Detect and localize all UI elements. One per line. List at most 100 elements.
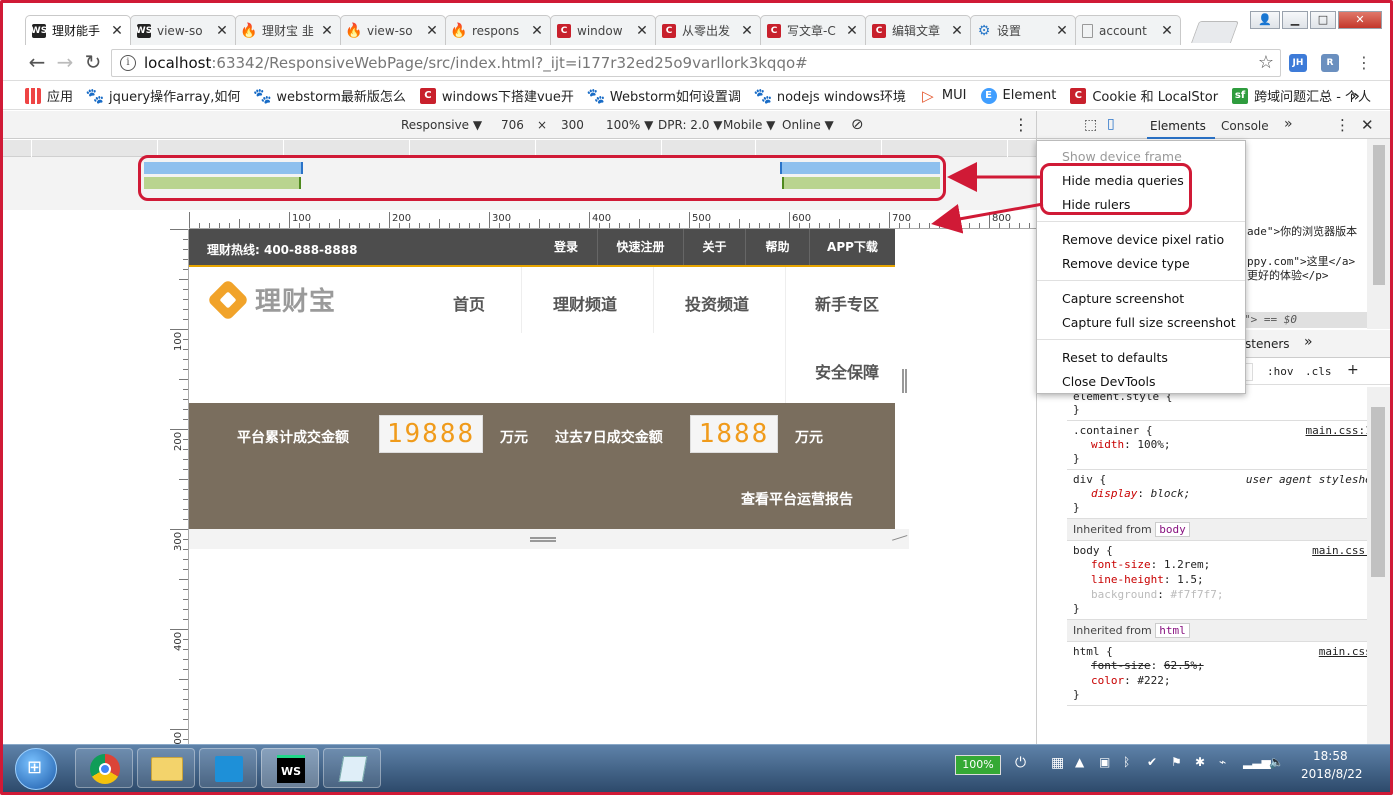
- styles-scrollbar[interactable]: [1367, 387, 1390, 744]
- page-info-icon[interactable]: i: [120, 55, 136, 71]
- style-rule[interactable]: .container {main.css:197 width: 100%;}: [1067, 421, 1390, 470]
- device-type-select[interactable]: Mobile ▼: [723, 118, 775, 132]
- bookmark-item[interactable]: E Element: [980, 87, 1056, 104]
- height-input[interactable]: 300: [561, 118, 584, 132]
- tab-close-icon[interactable]: ✕: [635, 23, 649, 39]
- tray-apps-icon[interactable]: ▦: [1051, 755, 1064, 771]
- viewport-width-resize-handle[interactable]: [902, 369, 907, 393]
- tray-icon[interactable]: ▣: [1099, 755, 1110, 769]
- dom-line[interactable]: 更好的体验</p>: [1247, 267, 1329, 283]
- menu-item[interactable]: Reset to defaults: [1062, 350, 1168, 365]
- browser-tab[interactable]: 🔥 理财宝 韭 ✕: [235, 15, 341, 45]
- taskbar-notepad[interactable]: [323, 748, 381, 788]
- style-property[interactable]: font-size: 1.2rem;: [1073, 557, 1385, 572]
- tab-close-icon[interactable]: ✕: [425, 23, 439, 39]
- devtools-close-icon[interactable]: ✕: [1361, 116, 1374, 134]
- device-toolbar-more-icon[interactable]: ⋮: [1013, 115, 1029, 134]
- new-tab-button[interactable]: [1190, 21, 1240, 43]
- menu-item[interactable]: Capture full size screenshot: [1062, 315, 1236, 330]
- menu-item[interactable]: Remove device type: [1062, 256, 1190, 271]
- tab-close-icon[interactable]: ✕: [1160, 23, 1174, 39]
- style-rule[interactable]: div {user agent stylesheet display: block…: [1067, 470, 1390, 519]
- close-window-button[interactable]: ✕: [1338, 11, 1382, 29]
- browser-tab[interactable]: C 从零出发 ✕: [655, 15, 761, 45]
- zoom-select[interactable]: 100% ▼: [606, 118, 653, 132]
- devtools-menu-icon[interactable]: ⋮: [1335, 116, 1350, 134]
- browser-tab[interactable]: 🔥 respons ✕: [445, 15, 551, 45]
- inherited-tag-link[interactable]: html: [1155, 623, 1190, 638]
- register-link[interactable]: 快速注册: [597, 229, 683, 265]
- back-button[interactable]: ←: [25, 51, 49, 75]
- bookmark-item[interactable]: C Cookie 和 LocalStor: [1070, 86, 1218, 105]
- usb-icon[interactable]: ⌁: [1219, 755, 1226, 769]
- browser-tab[interactable]: 🔥 view-so ✕: [340, 15, 446, 45]
- dom-scrollbar[interactable]: [1367, 139, 1390, 329]
- style-property[interactable]: line-height: 1.5;: [1073, 572, 1385, 587]
- nav-security[interactable]: 安全保障: [815, 359, 879, 383]
- clock-time[interactable]: 18:58: [1313, 749, 1348, 763]
- styles-more-icon[interactable]: »: [1304, 334, 1313, 350]
- tab-elements[interactable]: Elements: [1150, 119, 1206, 133]
- viewport-corner-resize-handle[interactable]: ╱: [892, 530, 907, 545]
- styles-scrollbar-thumb[interactable]: [1371, 407, 1385, 577]
- chrome-menu-icon[interactable]: ⋮: [1356, 53, 1372, 72]
- device-mode-select[interactable]: Responsive ▼: [401, 118, 482, 132]
- view-report-link[interactable]: 查看平台运营报告: [741, 489, 853, 509]
- profile-icon[interactable]: 👤: [1250, 11, 1280, 29]
- clock-date[interactable]: 2018/8/22: [1301, 767, 1363, 781]
- rule-source-link[interactable]: user agent stylesheet: [1246, 473, 1385, 486]
- bookmark-item[interactable]: ▷ MUI: [920, 87, 966, 105]
- bookmark-item[interactable]: 应用: [25, 86, 73, 105]
- more-tabs-icon[interactable]: »: [1284, 116, 1293, 132]
- style-property[interactable]: color: #222;: [1073, 673, 1385, 688]
- nav-newbie-zone[interactable]: 新手专区: [815, 291, 879, 315]
- tab-close-icon[interactable]: ✕: [740, 23, 754, 39]
- bookmark-item[interactable]: 🐾 nodejs windows环境: [754, 86, 906, 106]
- menu-item[interactable]: Capture screenshot: [1062, 291, 1184, 306]
- bluetooth-icon[interactable]: ᛒ: [1123, 755, 1130, 769]
- battery-indicator[interactable]: 100%: [955, 755, 1001, 775]
- security-icon[interactable]: ✔: [1147, 755, 1157, 769]
- taskbar-chrome[interactable]: [75, 748, 133, 788]
- inspect-element-icon[interactable]: ⬚: [1084, 117, 1097, 133]
- tray-icon[interactable]: ▲: [1075, 755, 1084, 769]
- width-input[interactable]: 706: [501, 118, 524, 132]
- bookmarks-overflow-icon[interactable]: »: [1350, 86, 1360, 105]
- nav-invest-channel[interactable]: 投资频道: [685, 291, 749, 315]
- site-logo[interactable]: 理财宝: [206, 278, 336, 321]
- tab-close-icon[interactable]: ✕: [215, 23, 229, 39]
- nav-finance-channel[interactable]: 理财频道: [553, 291, 617, 315]
- volume-icon[interactable]: 🔈: [1269, 755, 1284, 769]
- bookmark-item[interactable]: 🐾 Webstorm如何设置调: [587, 86, 741, 106]
- tab-close-icon[interactable]: ✕: [110, 23, 124, 39]
- dom-scrollbar-thumb[interactable]: [1373, 145, 1385, 285]
- forward-button[interactable]: →: [53, 51, 77, 75]
- reload-button[interactable]: ↻: [81, 51, 105, 75]
- browser-tab[interactable]: WS 理财能手 ✕: [25, 15, 131, 45]
- tab-close-icon[interactable]: ✕: [1055, 23, 1069, 39]
- minimize-button[interactable]: ▁: [1282, 11, 1308, 29]
- device-toggle-icon[interactable]: ▯: [1107, 116, 1115, 132]
- dom-line[interactable]: ade">你的浏览器版本: [1247, 223, 1357, 239]
- inherited-tag-link[interactable]: body: [1155, 522, 1190, 537]
- power-plug-icon[interactable]: ⏻: [1015, 755, 1026, 771]
- rotate-icon[interactable]: ⊘: [851, 115, 864, 133]
- hov-toggle[interactable]: :hov: [1267, 365, 1294, 378]
- style-property[interactable]: background: #f7f7f7;: [1073, 587, 1385, 602]
- taskbar-explorer[interactable]: [137, 748, 195, 788]
- tab-close-icon[interactable]: ✕: [845, 23, 859, 39]
- network-icon[interactable]: ▂▃▅: [1243, 755, 1271, 769]
- viewport-height-resize-handle[interactable]: [530, 537, 556, 542]
- tray-icon[interactable]: ✱: [1195, 755, 1205, 769]
- browser-tab[interactable]: WS view-so ✕: [130, 15, 236, 45]
- cls-toggle[interactable]: .cls: [1305, 365, 1332, 378]
- style-property[interactable]: display: block;: [1073, 486, 1385, 501]
- browser-tab[interactable]: C 写文章-C ✕: [760, 15, 866, 45]
- app-download-link[interactable]: APP下载: [809, 229, 895, 265]
- bookmark-item[interactable]: 🐾 jquery操作array,如何: [86, 86, 241, 106]
- tab-event-listeners[interactable]: steners: [1245, 337, 1290, 351]
- browser-tab[interactable]: Cwindow ✕: [550, 15, 656, 45]
- style-property[interactable]: width: 100%;: [1073, 437, 1385, 452]
- action-center-icon[interactable]: ⚑: [1171, 755, 1182, 769]
- menu-item[interactable]: Close DevTools: [1062, 374, 1156, 389]
